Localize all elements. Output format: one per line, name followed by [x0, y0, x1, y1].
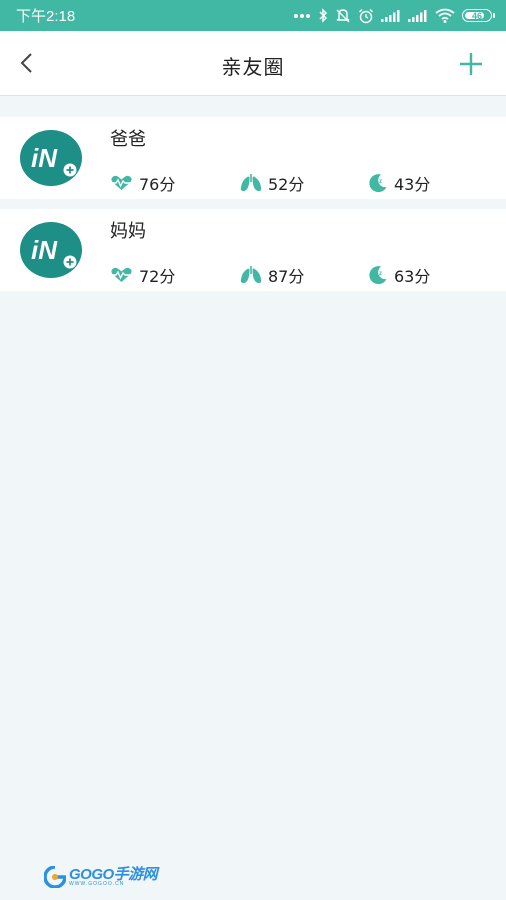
- list-item[interactable]: iN 爸爸 76分 52分 z 43分: [0, 117, 506, 199]
- sleep-score-value: 43分: [394, 175, 431, 194]
- avatar-text: iN: [31, 235, 58, 265]
- avatar-text: iN: [31, 143, 58, 173]
- signal-icon: [408, 9, 427, 22]
- lungs-icon: [240, 174, 262, 192]
- lung-score: 87分: [240, 263, 304, 287]
- heart-score-value: 76分: [139, 175, 176, 194]
- heart-score: 72分: [110, 263, 175, 287]
- signal-icon: [381, 9, 400, 22]
- moon-icon: z: [369, 266, 387, 285]
- more-dots-icon: [294, 13, 310, 18]
- status-time: 下午2:18: [16, 8, 76, 25]
- battery-level: 46: [471, 10, 482, 21]
- heart-score: 76分: [110, 171, 175, 195]
- heart-score-value: 72分: [139, 267, 176, 286]
- alarm-icon: [359, 8, 373, 23]
- plus-icon[interactable]: [458, 51, 484, 77]
- svg-text:z: z: [379, 271, 382, 277]
- contact-name: 爸爸: [110, 129, 146, 150]
- avatar: iN: [20, 130, 82, 186]
- mute-icon: [336, 9, 350, 23]
- heart-rate-icon: [110, 267, 133, 282]
- lung-score: 52分: [240, 171, 304, 195]
- bluetooth-icon: [319, 8, 328, 23]
- sleep-score-value: 63分: [394, 267, 431, 286]
- heart-rate-icon: [110, 175, 133, 190]
- status-bar: 下午2:18 46: [0, 0, 506, 31]
- watermark-logo-icon: [44, 866, 66, 888]
- lung-score-value: 87分: [268, 267, 305, 286]
- watermark: GOGO手游网 WWW.GOGOO.CN: [44, 866, 158, 888]
- sleep-score: z 63分: [368, 263, 430, 287]
- page-title: 亲友圈: [221, 55, 285, 79]
- sleep-score: z 43分: [368, 171, 430, 195]
- watermark-text: GOGO手游网: [69, 866, 158, 883]
- lungs-icon: [240, 266, 262, 284]
- avatar: iN: [20, 222, 82, 278]
- nav-bar: 亲友圈: [0, 31, 506, 96]
- contact-name: 妈妈: [110, 221, 146, 242]
- svg-text:z: z: [379, 179, 382, 185]
- wifi-icon: [435, 8, 455, 23]
- lung-score-value: 52分: [268, 175, 305, 194]
- list-item[interactable]: iN 妈妈 72分 87分 z 63分: [0, 209, 506, 291]
- battery-icon: 46: [462, 9, 495, 22]
- moon-icon: z: [369, 174, 387, 193]
- status-icons: 46: [293, 8, 495, 24]
- watermark-sub: WWW.GOGOO.CN: [69, 881, 125, 887]
